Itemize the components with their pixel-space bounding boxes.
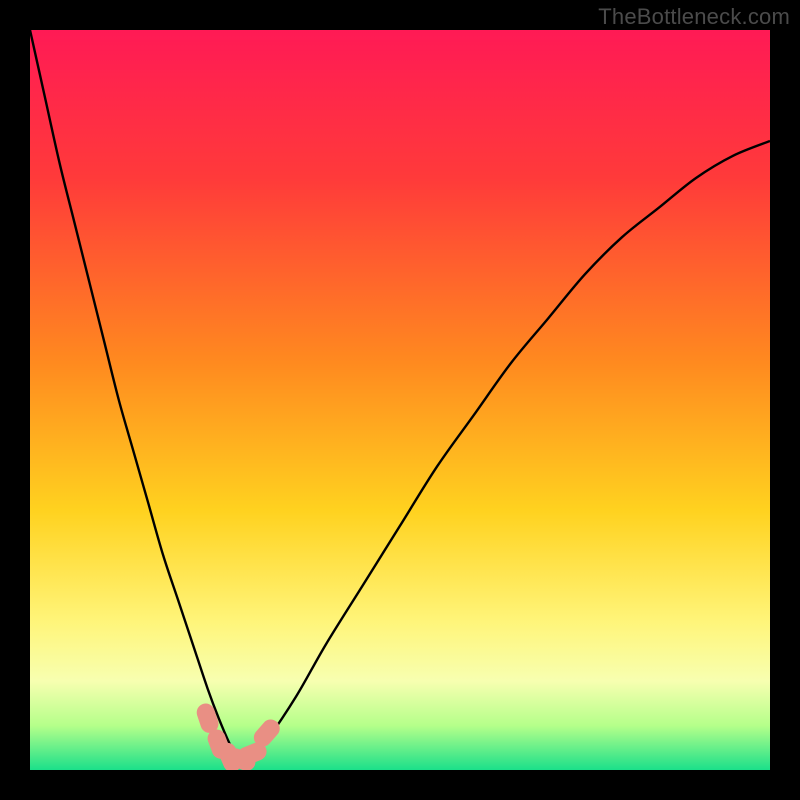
chart-svg xyxy=(30,30,770,770)
watermark-text: TheBottleneck.com xyxy=(598,4,790,30)
plot-area xyxy=(30,30,770,770)
chart-frame: TheBottleneck.com xyxy=(0,0,800,800)
gradient-background xyxy=(30,30,770,770)
